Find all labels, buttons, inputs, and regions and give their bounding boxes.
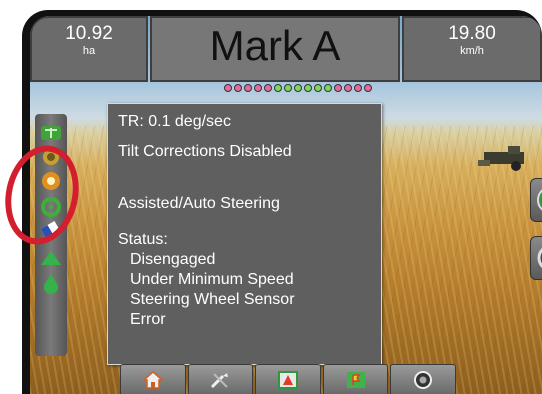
field-map-icon <box>346 371 365 388</box>
tools-tab[interactable] <box>187 364 254 394</box>
camera-icon <box>414 370 433 389</box>
screen-options-icon <box>537 247 542 269</box>
lightbar-led <box>294 84 302 92</box>
speed-value: 19.80 <box>448 23 496 44</box>
lightbar-led <box>314 84 322 92</box>
lightbar-led <box>324 84 332 92</box>
area-value: 10.92 <box>65 23 113 44</box>
guidance-view-icon <box>277 370 298 389</box>
guidance-screen: 10.92 ha Mark A 19.80 km/h TR: 0.1 deg/s… <box>30 16 542 394</box>
tools-icon <box>211 372 229 388</box>
steering-mode-text: Assisted/Auto Steering <box>118 195 280 212</box>
lightbar-led <box>284 84 292 92</box>
lightbar-led <box>254 84 262 92</box>
camera-tab[interactable] <box>390 364 456 394</box>
speed-unit: km/h <box>460 45 484 57</box>
home-icon <box>141 370 164 389</box>
screen-options-button[interactable] <box>530 236 542 280</box>
status-line-1: Disengaged <box>130 251 216 268</box>
lightbar-led <box>244 84 252 92</box>
turn-rate-text: TR: 0.1 deg/sec <box>118 113 231 130</box>
field-map-tab[interactable] <box>322 364 389 394</box>
guideline-title: Mark A <box>150 16 400 82</box>
device-frame: 10.92 ha Mark A 19.80 km/h TR: 0.1 deg/s… <box>22 10 542 394</box>
bottom-nav-bar <box>120 364 456 394</box>
combine-harvester-image <box>478 146 524 171</box>
product-icon[interactable] <box>39 272 63 294</box>
lightbar-led <box>304 84 312 92</box>
vehicle-view-button[interactable] <box>530 178 542 222</box>
area-unit: ha <box>82 45 96 57</box>
boom-status-icon[interactable] <box>39 122 63 144</box>
lightbar-led <box>234 84 242 92</box>
status-line-4: Error <box>130 311 166 328</box>
speed-readout[interactable]: 19.80 km/h <box>402 16 542 82</box>
lightbar-led <box>264 84 272 92</box>
top-status-bar: 10.92 ha Mark A 19.80 km/h <box>30 16 542 84</box>
status-line-2: Under Minimum Speed <box>130 271 294 288</box>
lightbar-leds <box>198 84 398 94</box>
lightbar-led <box>334 84 342 92</box>
area-readout[interactable]: 10.92 ha <box>30 16 148 82</box>
vehicle-view-icon <box>537 189 542 211</box>
lightbar-led <box>344 84 352 92</box>
guidance-view-tab[interactable] <box>255 364 321 394</box>
lightbar-led <box>354 84 362 92</box>
status-line-3: Steering Wheel Sensor <box>130 291 295 308</box>
status-label: Status: <box>118 231 168 248</box>
guidance-mode-icon[interactable] <box>39 248 63 270</box>
home-tab[interactable] <box>120 364 186 394</box>
lightbar-led <box>274 84 282 92</box>
steering-status-popup: TR: 0.1 deg/sec Tilt Corrections Disable… <box>107 103 382 365</box>
lightbar-led <box>224 84 232 92</box>
lightbar-led <box>364 84 372 92</box>
guideline-name: Mark A <box>209 22 341 69</box>
tilt-text: Tilt Corrections Disabled <box>118 143 292 160</box>
